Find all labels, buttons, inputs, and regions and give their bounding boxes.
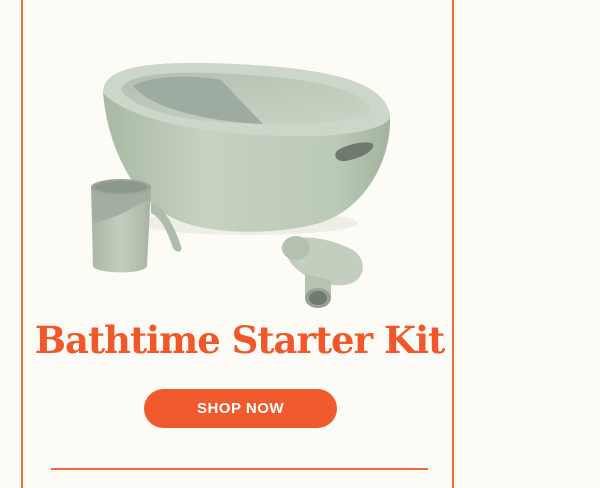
product-card: Bathtime Starter Kit SHOP NOW <box>21 0 454 488</box>
product-image[interactable] <box>23 0 456 318</box>
product-title: Bathtime Starter Kit <box>34 318 446 362</box>
shop-now-button[interactable]: SHOP NOW <box>144 389 337 428</box>
divider <box>51 468 428 470</box>
spout-icon <box>282 236 363 308</box>
